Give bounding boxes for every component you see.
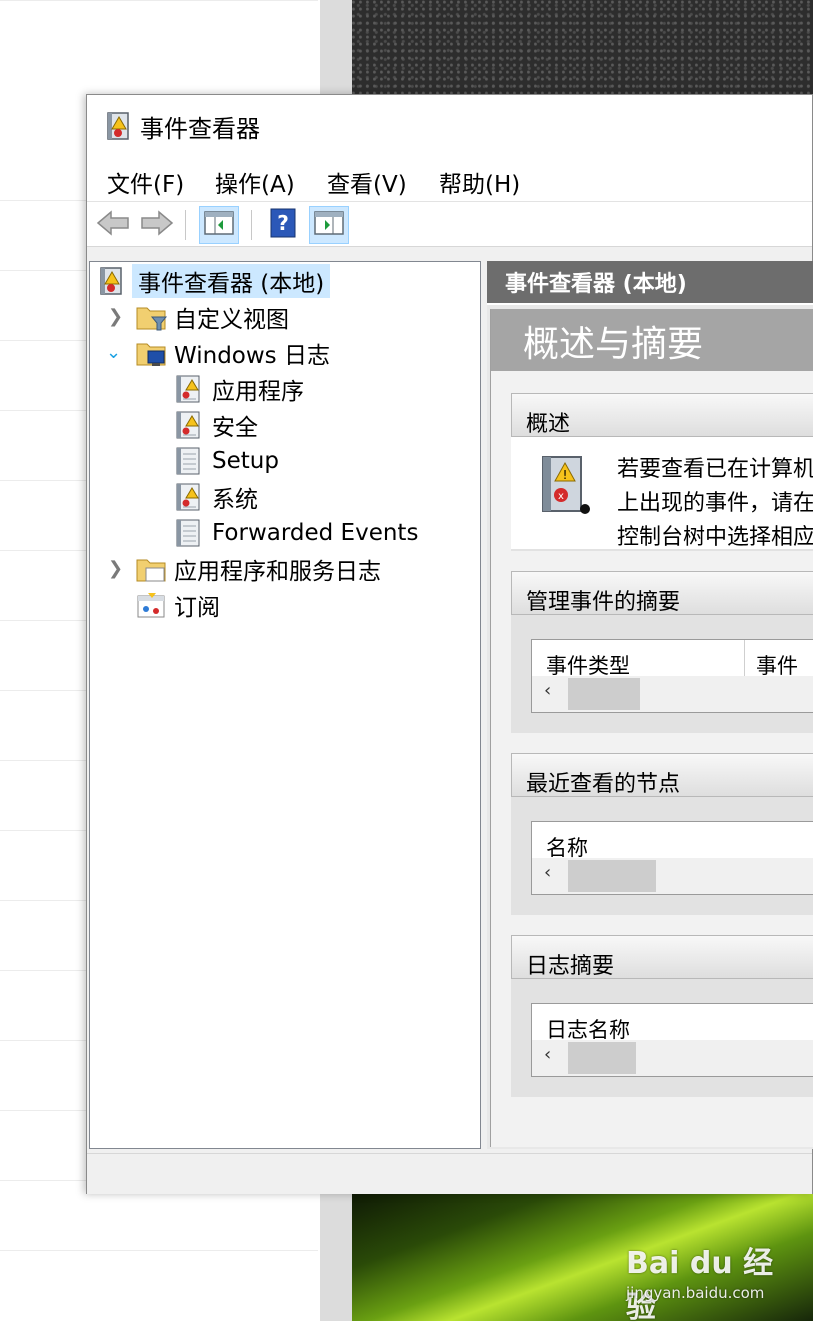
scroll-left-arrow-icon[interactable]: ‹ [544,1044,551,1065]
tree-node-application[interactable]: 应用程序 [174,372,304,406]
window-title: 事件查看器 [140,115,260,143]
folder-icon [136,554,166,584]
chevron-right-icon[interactable]: ❯ [108,558,123,579]
subscription-icon [136,590,166,620]
show-hide-action-pane-icon [314,210,344,240]
details-pane: 事件查看器 (本地) 概述与摘要 概述 ! x 若要查看已在计算机 上出现的事件，… [487,261,813,1149]
svg-text:?: ? [277,211,289,235]
toolbar: ? [87,201,812,247]
chevron-down-icon[interactable]: ⌄ [106,342,121,363]
tree-label: 事件查看器 (本地) [132,264,331,298]
horizontal-scrollbar[interactable]: ‹ [532,1040,813,1076]
summary-title: 概述与摘要 [523,324,704,365]
admin-events-grid[interactable]: 事件类型 事件 ‹ [531,639,813,713]
event-log-icon [174,374,204,404]
tree-label: 系统 [212,487,258,513]
overview-section: 概述 ! x 若要查看已在计算机 上出现的事件，请在 控制台树中选择相应 [511,393,813,551]
log-page-icon [174,518,204,548]
folder-computer-icon [136,338,166,368]
tree-node-subscriptions[interactable]: 订阅 [136,588,220,622]
tree-node-app-service-logs[interactable]: 应用程序和服务日志 [136,552,381,586]
status-bar [87,1153,812,1194]
log-summary-section: 日志摘要 日志名称 ‹ [511,935,813,1097]
scroll-thumb[interactable] [568,678,640,710]
tree-node-system[interactable]: 系统 [174,480,258,514]
tree-label: 订阅 [174,595,220,621]
show-hide-tree-button[interactable] [199,206,239,244]
tree-label: 应用程序 [212,379,304,405]
tree-node-custom-views[interactable]: 自定义视图 [136,300,289,334]
help-button[interactable]: ? [263,206,303,244]
recent-nodes-header[interactable]: 最近查看的节点 [511,753,813,797]
horizontal-scrollbar[interactable]: ‹ [532,676,813,712]
menu-bar: 文件(F) 操作(A) 查看(V) 帮助(H) [87,157,812,201]
background-image-dark [352,0,813,96]
forward-arrow-icon [140,209,174,241]
tree-node-root[interactable]: 事件查看器 (本地) [98,264,331,298]
scroll-thumb[interactable] [568,1042,636,1074]
event-viewer-window: 事件查看器 文件(F) 操作(A) 查看(V) 帮助(H) ? 事件查看器 (本… [86,94,813,1194]
log-summary-header[interactable]: 日志摘要 [511,935,813,979]
forward-button[interactable] [137,206,177,244]
event-viewer-large-icon: ! x [537,453,597,523]
details-header: 事件查看器 (本地) [487,261,813,305]
chevron-right-icon[interactable]: ❯ [108,306,123,327]
svg-text:x: x [558,491,564,502]
event-log-icon [174,482,204,512]
scroll-left-arrow-icon[interactable]: ‹ [544,680,551,701]
show-hide-action-pane-button[interactable] [309,206,349,244]
event-viewer-icon [98,266,128,296]
column-divider [744,640,745,676]
tree-node-setup[interactable]: Setup [174,444,279,478]
tree-node-windows-logs[interactable]: Windows 日志 [136,336,330,370]
watermark-url: jingyan.baidu.com [626,1284,765,1302]
help-icon: ? [270,208,296,242]
log-page-icon [174,446,204,476]
overview-text: 若要查看已在计算机 上出现的事件，请在 控制台树中选择相应 [617,457,813,549]
show-hide-console-tree-icon [204,210,234,240]
event-log-icon [174,410,204,440]
tree-label: Setup [212,448,279,474]
scroll-left-arrow-icon[interactable]: ‹ [544,862,551,883]
horizontal-scrollbar[interactable]: ‹ [532,858,813,894]
menu-file[interactable]: 文件(F) [107,165,184,199]
menu-action[interactable]: 操作(A) [215,165,295,199]
console-tree[interactable]: 事件查看器 (本地) ❯ 自定义视图 ⌄ Windows 日志 应用程序 安全 … [89,261,481,1149]
toolbar-separator [185,210,186,240]
event-viewer-icon [105,111,133,145]
title-bar[interactable]: 事件查看器 [87,95,812,157]
tree-label: 自定义视图 [174,307,289,333]
tree-node-forwarded-events[interactable]: Forwarded Events [174,516,418,550]
tree-node-security[interactable]: 安全 [174,408,258,442]
overview-header[interactable]: 概述 [511,393,813,437]
svg-text:!: ! [563,468,568,482]
baidu-jingyan-watermark: Bai du 经验 [626,1246,774,1325]
toolbar-separator [251,210,252,240]
menu-view[interactable]: 查看(V) [327,165,407,199]
back-arrow-icon [96,209,130,241]
tree-label: Forwarded Events [212,520,419,546]
tree-label: 安全 [212,415,258,441]
recent-nodes-section: 最近查看的节点 名称 ‹ [511,753,813,915]
menu-help[interactable]: 帮助(H) [439,165,520,199]
scroll-thumb[interactable] [568,860,656,892]
admin-events-summary-section: 管理事件的摘要 事件类型 事件 ‹ [511,571,813,733]
back-button[interactable] [93,206,133,244]
log-summary-grid[interactable]: 日志名称 ‹ [531,1003,813,1077]
tree-label: 应用程序和服务日志 [174,559,381,585]
summary-banner: 概述与摘要 [491,309,813,371]
admin-events-summary-header[interactable]: 管理事件的摘要 [511,571,813,615]
recent-nodes-grid[interactable]: 名称 ‹ [531,821,813,895]
folder-filter-icon [136,302,168,332]
tree-label: Windows 日志 [174,343,330,369]
overview-body: ! x 若要查看已在计算机 上出现的事件，请在 控制台树中选择相应 [511,437,813,549]
details-content[interactable]: 概述与摘要 概述 ! x 若要查看已在计算机 上出现的事件，请在 控制台树中选择相… [490,309,813,1147]
